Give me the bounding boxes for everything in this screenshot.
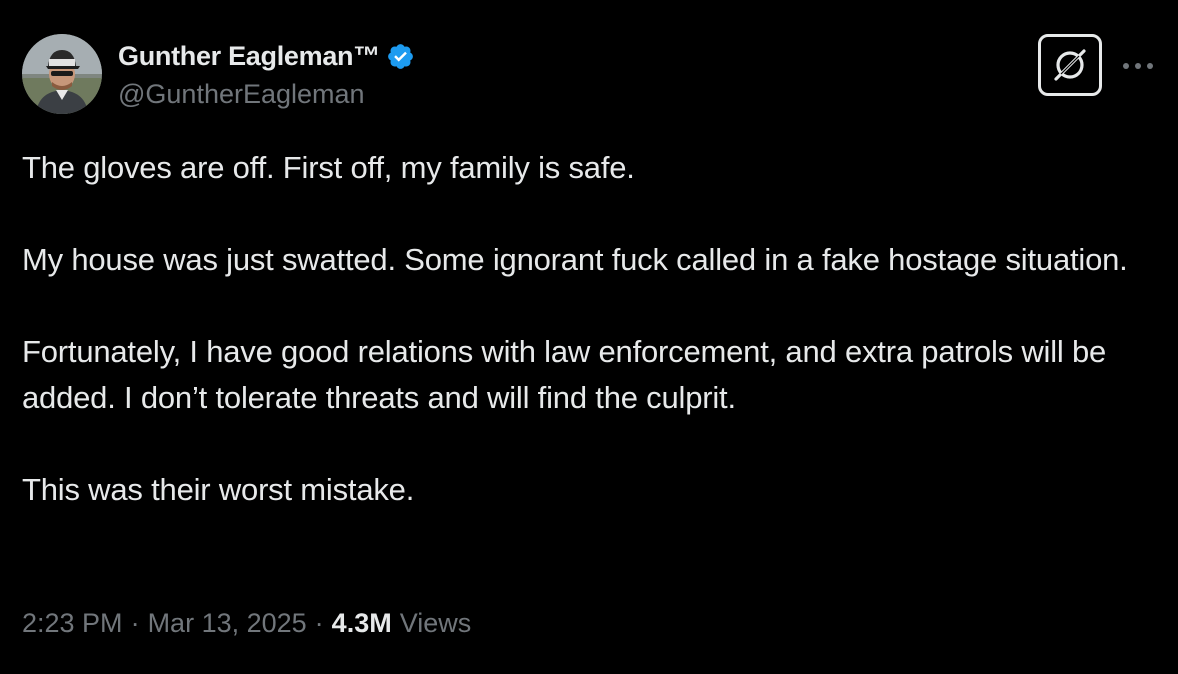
avatar[interactable] xyxy=(22,34,102,114)
display-name[interactable]: Gunther Eagleman™ xyxy=(118,41,380,72)
tweet-date[interactable]: Mar 13, 2025 xyxy=(148,608,307,639)
tweet-paragraph: This was their worst mistake. xyxy=(22,472,415,507)
tweet-card: Gunther Eagleman™ @GuntherEagleman The g… xyxy=(0,0,1178,674)
more-options-button[interactable] xyxy=(1118,46,1158,86)
views-count[interactable]: 4.3M xyxy=(332,608,392,639)
tweet-paragraph: My house was just swatted. Some ignorant… xyxy=(22,242,1128,277)
meta-separator: · xyxy=(314,608,324,638)
tweet-meta: 2:23 PM · Mar 13, 2025 · 4.3M Views xyxy=(22,608,471,639)
more-dots-icon xyxy=(1123,63,1153,69)
meta-separator: · xyxy=(130,608,140,638)
tweet-paragraph: The gloves are off. First off, my family… xyxy=(22,150,635,185)
views-label: Views xyxy=(399,608,472,638)
avatar-image xyxy=(22,34,102,114)
tweet-text: The gloves are off. First off, my family… xyxy=(22,145,1152,513)
tweet-header: Gunther Eagleman™ @GuntherEagleman xyxy=(22,34,415,114)
author-handle[interactable]: @GuntherEagleman xyxy=(118,79,415,110)
grok-icon xyxy=(1054,49,1086,81)
tweet-time[interactable]: 2:23 PM xyxy=(22,608,123,639)
display-name-row: Gunther Eagleman™ xyxy=(118,39,415,75)
verified-badge-icon[interactable] xyxy=(386,42,415,71)
author-names: Gunther Eagleman™ @GuntherEagleman xyxy=(118,39,415,110)
tweet-paragraph: Fortunately, I have good relations with … xyxy=(22,334,1107,415)
grok-button[interactable] xyxy=(1038,34,1102,96)
